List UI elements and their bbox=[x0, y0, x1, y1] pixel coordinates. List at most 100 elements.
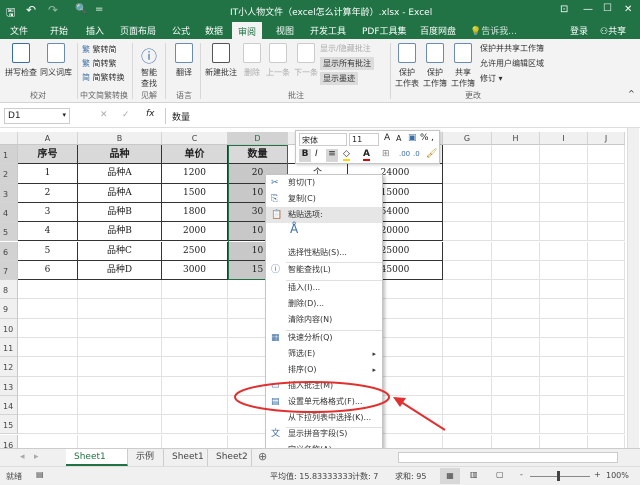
tab-home[interactable]: 开始 bbox=[50, 24, 68, 37]
row-header-14[interactable]: 14 bbox=[0, 395, 18, 416]
scroll-prev-sheet-icon[interactable]: ◂ bbox=[20, 452, 25, 462]
cell-J1[interactable] bbox=[588, 145, 625, 165]
collapse-ribbon-icon[interactable]: ^ bbox=[628, 89, 635, 98]
normal-view-icon[interactable]: ▦ bbox=[440, 468, 460, 484]
cell-A10[interactable] bbox=[18, 318, 78, 338]
vertical-scrollbar[interactable] bbox=[627, 128, 639, 448]
column-header-D[interactable]: D bbox=[228, 132, 288, 145]
row-header-15[interactable]: 15 bbox=[0, 415, 18, 435]
tab-view[interactable]: 视图 bbox=[276, 24, 294, 37]
row-header-7[interactable]: 7 bbox=[0, 260, 18, 281]
sheet-tab-3[interactable]: Sheet2 bbox=[208, 449, 252, 466]
cell-H8[interactable] bbox=[492, 280, 540, 300]
login-link[interactable]: 登录 bbox=[570, 24, 588, 37]
redo-icon[interactable]: ↷ bbox=[48, 3, 58, 17]
cell-G1[interactable] bbox=[443, 145, 492, 165]
cell-H14[interactable] bbox=[492, 395, 540, 416]
cell-I7[interactable] bbox=[540, 260, 588, 281]
font-color-icon[interactable]: A bbox=[363, 149, 370, 161]
cell-A9[interactable] bbox=[18, 299, 78, 319]
tab-baidu-netdisk[interactable]: 百度网盘 bbox=[420, 24, 456, 37]
format-painter-icon[interactable]: 🖌 bbox=[426, 149, 437, 159]
row-header-12[interactable]: 12 bbox=[0, 357, 18, 377]
column-header-J[interactable]: J bbox=[588, 132, 625, 145]
cell-B11[interactable] bbox=[78, 338, 162, 358]
cell-I11[interactable] bbox=[540, 338, 588, 358]
formula-input[interactable]: 数量 bbox=[165, 108, 635, 124]
insert-function-icon[interactable]: fx bbox=[146, 109, 155, 119]
cell-H3[interactable] bbox=[492, 183, 540, 203]
column-header-A[interactable]: A bbox=[18, 132, 78, 145]
row-header-1[interactable]: 1 bbox=[0, 145, 18, 165]
cell-C1[interactable]: 单价 bbox=[162, 145, 228, 165]
cell-G12[interactable] bbox=[443, 357, 492, 377]
cell-G15[interactable] bbox=[443, 415, 492, 435]
cell-B8[interactable] bbox=[78, 280, 162, 300]
cell-A11[interactable] bbox=[18, 338, 78, 358]
minimize-icon[interactable]: — bbox=[583, 4, 593, 15]
cell-J15[interactable] bbox=[588, 415, 625, 435]
sheet-tab-0[interactable]: Sheet1 (2) bbox=[66, 449, 128, 478]
cell-I10[interactable] bbox=[540, 318, 588, 338]
cell-G4[interactable] bbox=[443, 202, 492, 223]
cell-G2[interactable] bbox=[443, 164, 492, 184]
cell-B3[interactable]: 品种A bbox=[78, 183, 162, 203]
cell-H12[interactable] bbox=[492, 357, 540, 377]
menu-item-4[interactable]: 选择性粘贴(S)... bbox=[266, 245, 382, 261]
cell-C13[interactable] bbox=[162, 376, 228, 396]
increase-decimal-icon[interactable]: .00 bbox=[399, 150, 410, 158]
cell-B14[interactable] bbox=[78, 395, 162, 416]
cell-H10[interactable] bbox=[492, 318, 540, 338]
cell-B4[interactable]: 品种B bbox=[78, 202, 162, 223]
menu-item-5[interactable]: ⓘ 智能查找(L) bbox=[266, 262, 382, 278]
cell-J6[interactable] bbox=[588, 241, 625, 261]
column-header-G[interactable]: G bbox=[443, 132, 492, 145]
menu-item-3[interactable]: Å bbox=[266, 223, 382, 239]
cell-H7[interactable] bbox=[492, 260, 540, 281]
allow-edit-ranges-button[interactable]: 允许用户编辑区域 bbox=[480, 58, 544, 69]
fill-color-icon[interactable]: ◇ bbox=[343, 149, 350, 161]
cell-G13[interactable] bbox=[443, 376, 492, 396]
cell-B13[interactable] bbox=[78, 376, 162, 396]
cell-G14[interactable] bbox=[443, 395, 492, 416]
row-header-8[interactable]: 8 bbox=[0, 280, 18, 300]
cell-G7[interactable] bbox=[443, 260, 492, 281]
cell-J8[interactable] bbox=[588, 280, 625, 300]
zoom-level[interactable]: 100% bbox=[606, 471, 629, 480]
decrease-font-icon[interactable]: A bbox=[396, 134, 401, 143]
row-header-5[interactable]: 5 bbox=[0, 222, 18, 242]
cell-J13[interactable] bbox=[588, 376, 625, 396]
cell-G11[interactable] bbox=[443, 338, 492, 358]
cell-H15[interactable] bbox=[492, 415, 540, 435]
cell-G6[interactable] bbox=[443, 241, 492, 261]
cell-C3[interactable]: 1500 bbox=[162, 183, 228, 203]
row-header-13[interactable]: 13 bbox=[0, 376, 18, 396]
format-number-icon[interactable]: ▣ bbox=[408, 133, 417, 143]
protect-sheet-button[interactable]: 保护 工作表 bbox=[393, 43, 421, 89]
add-sheet-icon[interactable]: ⊕ bbox=[258, 450, 267, 463]
page-break-view-icon[interactable]: ▢ bbox=[496, 470, 504, 479]
zoom-out-icon[interactable]: - bbox=[520, 470, 523, 479]
maximize-icon[interactable]: ☐ bbox=[603, 3, 612, 14]
cell-C11[interactable] bbox=[162, 338, 228, 358]
ribbon-display-icon[interactable]: ⊡ bbox=[560, 4, 568, 15]
menu-item-9[interactable]: ▦ 快速分析(Q) bbox=[266, 330, 382, 346]
show-hide-comment-button[interactable]: 显示/隐藏批注 bbox=[320, 43, 371, 54]
spelling-button[interactable]: 拼写检查 bbox=[4, 43, 38, 78]
undo-icon[interactable]: ↶ bbox=[26, 3, 36, 17]
cell-I14[interactable] bbox=[540, 395, 588, 416]
tab-review[interactable]: 审阅 bbox=[232, 22, 263, 39]
cell-A14[interactable] bbox=[18, 395, 78, 416]
cell-B5[interactable]: 品种B bbox=[78, 222, 162, 242]
close-icon[interactable]: ✕ bbox=[624, 4, 632, 15]
trad-to-simp-button[interactable]: 繁 繁转简 bbox=[82, 44, 117, 55]
cell-I4[interactable] bbox=[540, 202, 588, 223]
customize-qat-icon[interactable]: = bbox=[95, 4, 103, 15]
row-header-2[interactable]: 2 bbox=[0, 164, 18, 184]
scroll-next-sheet-icon[interactable]: ▸ bbox=[34, 452, 39, 462]
new-comment-button[interactable]: 新建批注 bbox=[203, 43, 239, 78]
cell-H6[interactable] bbox=[492, 241, 540, 261]
menu-item-2[interactable]: 📋 粘贴选项: bbox=[266, 207, 382, 223]
row-header-4[interactable]: 4 bbox=[0, 202, 18, 223]
cell-G3[interactable] bbox=[443, 183, 492, 203]
